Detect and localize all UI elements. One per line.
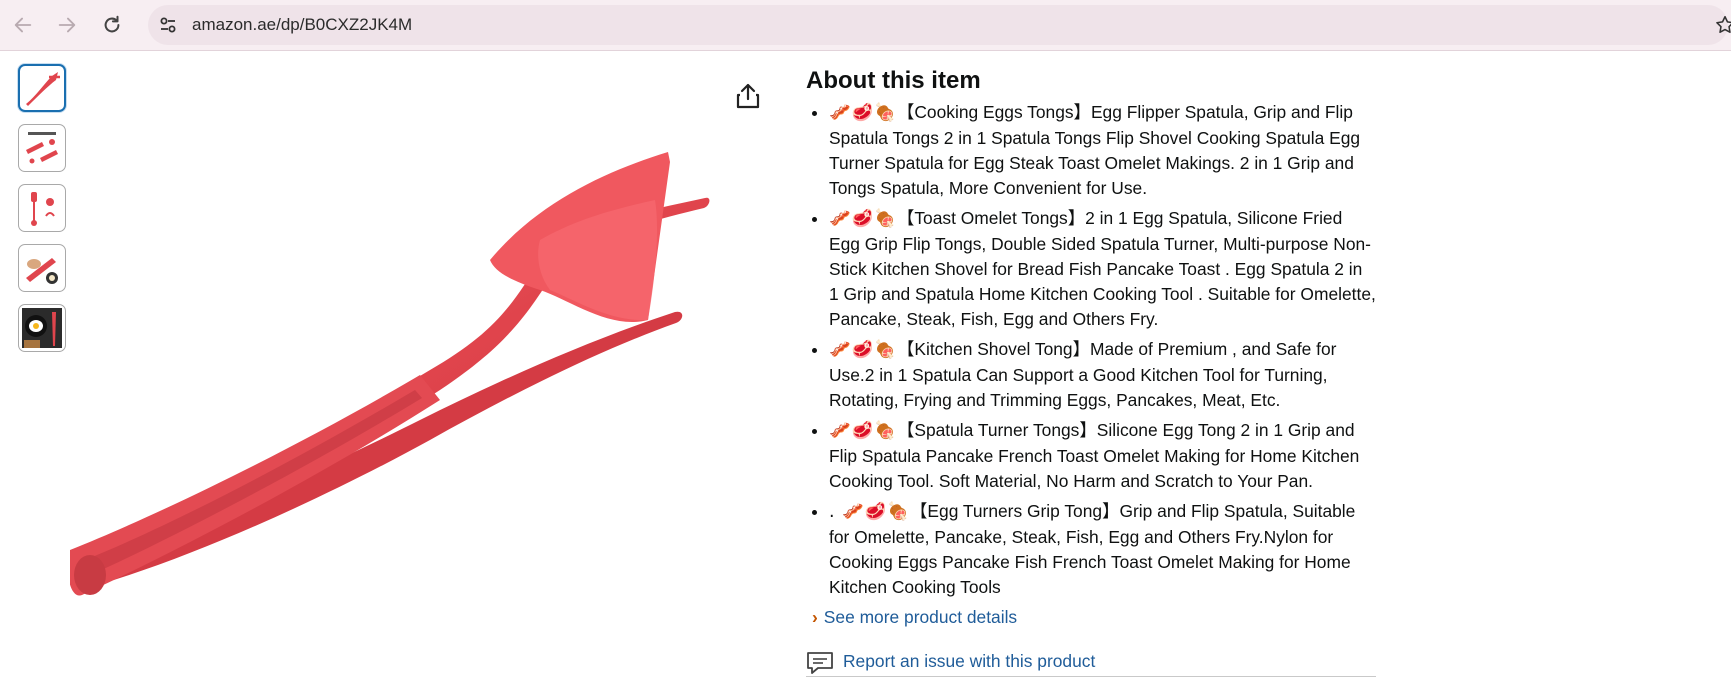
feature-bullet: 🥓🥩🍖【Kitchen Shovel Tong】Made of Premium … (829, 337, 1376, 413)
report-comment-icon (806, 651, 834, 675)
food-emoji-icons: 🥓🥩🍖 (829, 209, 897, 229)
feature-bullet: 🥓🥩🍖【Cooking Eggs Tongs】Egg Flipper Spatu… (829, 100, 1376, 201)
report-issue-label[interactable]: Report an issue with this product (843, 650, 1095, 672)
reload-icon[interactable] (101, 14, 123, 36)
url-text[interactable]: amazon.ae/dp/B0CXZ2JK4M (192, 15, 412, 35)
food-emoji-icons: 🥓🥩🍖 (829, 340, 897, 360)
feature-bullet-text: 【Kitchen Shovel Tong】Made of Premium , a… (829, 339, 1337, 410)
back-arrow-icon[interactable] (12, 14, 34, 36)
see-more-label[interactable]: See more product details (824, 607, 1017, 627)
report-issue-link[interactable]: Report an issue with this product (806, 647, 1376, 677)
feature-bullet-list: 🥓🥩🍖【Cooking Eggs Tongs】Egg Flipper Spatu… (806, 100, 1376, 600)
share-icon[interactable] (735, 82, 761, 110)
feature-bullet: 🥓🥩🍖【Toast Omelet Tongs】2 in 1 Egg Spatul… (829, 206, 1376, 332)
about-heading: About this item (806, 67, 981, 94)
feature-bullet-text: 【Cooking Eggs Tongs】Egg Flipper Spatula,… (829, 102, 1361, 198)
forward-arrow-icon[interactable] (56, 14, 78, 36)
food-emoji-icons: 🥓🥩🍖 (829, 103, 897, 123)
main-product-image[interactable] (67, 150, 790, 670)
red-spatula-tong-image (67, 152, 710, 596)
egg-pan-thumbnail[interactable] (18, 304, 66, 352)
address-bar[interactable]: amazon.ae/dp/B0CXZ2JK4M (148, 5, 1731, 45)
tune-icon[interactable] (158, 15, 178, 35)
food-emoji-icons: . 🥓🥩🍖 (829, 502, 911, 522)
spatula-thumbnail[interactable] (18, 64, 66, 112)
product-infographic-thumbnail[interactable] (18, 124, 66, 172)
about-this-item-section: About this item 🥓🥩🍖【Cooking Eggs Tongs】E… (806, 66, 1376, 629)
thumbnail-list (18, 64, 70, 364)
see-more-product-details-link[interactable]: › See more product details (806, 605, 1376, 629)
feature-bullet: 🥓🥩🍖【Spatula Turner Tongs】Silicone Egg To… (829, 418, 1376, 494)
chevron-right-icon: › (812, 607, 818, 627)
spatula-in-hand-thumbnail[interactable] (18, 244, 66, 292)
star-icon[interactable] (1714, 14, 1731, 36)
feature-bullet-text: 【Toast Omelet Tongs】2 in 1 Egg Spatula, … (829, 208, 1376, 329)
browser-toolbar: amazon.ae/dp/B0CXZ2JK4M (0, 0, 1731, 51)
food-emoji-icons: 🥓🥩🍖 (829, 421, 897, 441)
feature-bullet-text: 【Spatula Turner Tongs】Silicone Egg Tong … (829, 420, 1360, 491)
feature-bullet: . 🥓🥩🍖【Egg Turners Grip Tong】Grip and Fli… (829, 499, 1376, 600)
spatula-parts-thumbnail[interactable] (18, 184, 66, 232)
